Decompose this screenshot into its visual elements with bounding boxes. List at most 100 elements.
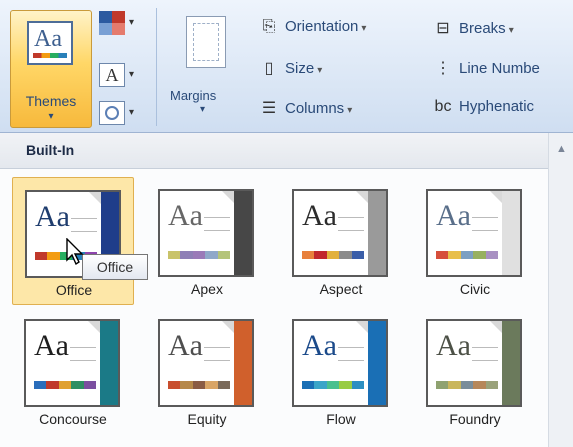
page-fold-icon — [490, 321, 502, 333]
color-swatch — [34, 381, 47, 389]
theme-accent-stripe — [368, 321, 386, 405]
theme-tile[interactable]: Aa Flow — [280, 307, 402, 435]
theme-font-sample: Aa — [34, 329, 69, 362]
theme-thumbnail: Aa — [24, 319, 120, 407]
theme-name: Concourse — [39, 411, 107, 427]
themes-icon-colorbar — [33, 53, 67, 58]
page-fold-icon — [222, 191, 234, 203]
theme-tile[interactable]: Aa Aspect — [280, 177, 402, 305]
theme-color-bar — [302, 381, 365, 389]
theme-effects-button[interactable]: ▾ — [98, 100, 144, 126]
theme-accent-stripe — [234, 321, 252, 405]
theme-color-bar — [168, 381, 231, 389]
built-in-header: Built-In — [0, 133, 548, 169]
color-swatch — [485, 251, 499, 259]
color-swatch — [302, 251, 315, 259]
theme-font-sample: Aa — [35, 200, 70, 233]
theme-fonts-button[interactable]: A ▾ — [98, 62, 144, 88]
theme-thumbnail: Aa — [158, 319, 254, 407]
theme-font-sample: Aa — [168, 199, 203, 232]
theme-color-bar — [34, 381, 97, 389]
chevron-down-icon: ▾ — [129, 69, 135, 80]
color-swatch — [192, 251, 206, 259]
color-swatch — [217, 381, 231, 389]
color-swatch — [47, 252, 60, 260]
chevron-down-icon: ▾ — [129, 17, 135, 28]
color-swatch — [192, 381, 206, 389]
color-swatch — [314, 381, 327, 389]
chevron-down-icon: ▾ — [361, 23, 367, 34]
breaks-button[interactable]: ⊟ Breaks ▾ — [432, 18, 514, 38]
themes-gallery: Built-In ▲ Aa Office Aa Apex Aa Aspect Aa Civic… — [0, 133, 573, 447]
theme-text-lines — [338, 347, 364, 361]
color-swatch — [71, 381, 84, 389]
color-swatch — [35, 252, 48, 260]
orientation-label: Orientation — [285, 18, 359, 35]
color-swatch — [217, 251, 231, 259]
hyphenation-label: Hyphenatic — [459, 98, 535, 115]
page-fold-icon — [356, 191, 368, 203]
theme-font-sample: Aa — [436, 329, 471, 362]
theme-tile[interactable]: Aa Equity — [146, 307, 268, 435]
theme-name: Aspect — [319, 281, 363, 297]
theme-colors-button[interactable]: ▾ — [98, 10, 144, 36]
theme-name: Office — [55, 282, 93, 298]
columns-label: Columns — [285, 100, 345, 117]
color-swatch — [351, 381, 365, 389]
theme-name: Equity — [187, 411, 227, 427]
color-swatch — [58, 381, 72, 389]
theme-accent-stripe — [234, 191, 252, 275]
columns-button[interactable]: ☰ Columns ▾ — [258, 98, 352, 118]
theme-tile[interactable]: Aa Civic — [414, 177, 536, 305]
color-swatch — [448, 381, 461, 389]
theme-fonts-icon: A — [99, 63, 125, 87]
theme-text-lines — [472, 347, 498, 361]
color-swatch — [473, 251, 486, 259]
breaks-label: Breaks — [459, 20, 506, 37]
color-swatch — [326, 381, 340, 389]
size-label: Size — [285, 60, 315, 77]
themes-label: Themes — [25, 93, 77, 109]
chevron-down-icon: ▾ — [48, 111, 54, 122]
chevron-down-icon: ▾ — [317, 65, 323, 76]
theme-tile[interactable]: Aa Apex — [146, 177, 268, 305]
scroll-up-icon[interactable]: ▲ — [556, 143, 567, 155]
theme-thumbnail: Aa — [292, 319, 388, 407]
chevron-down-icon: ▾ — [200, 104, 206, 115]
color-swatch — [436, 381, 449, 389]
chevron-down-icon: ▾ — [129, 107, 135, 118]
margins-label: Margins — [170, 88, 217, 103]
gallery-scrollbar[interactable]: ▲ — [548, 133, 573, 447]
ribbon-separator — [156, 8, 157, 126]
themes-icon: Aa — [27, 21, 73, 65]
breaks-icon: ⊟ — [436, 20, 450, 37]
theme-color-bar — [302, 251, 365, 259]
theme-text-lines — [71, 218, 97, 232]
themes-button[interactable]: Aa Themes ▾ — [10, 10, 92, 128]
color-swatch — [460, 381, 474, 389]
theme-name: Civic — [459, 281, 491, 297]
size-button[interactable]: ▯ Size ▾ — [258, 58, 323, 78]
color-swatch — [205, 381, 218, 389]
color-swatch — [180, 381, 193, 389]
color-swatch — [46, 381, 59, 389]
hyphenation-button[interactable]: bc Hyphenatic — [432, 98, 535, 116]
page-fold-icon — [89, 192, 101, 204]
theme-text-lines — [204, 347, 230, 361]
section-header-label: Built-In — [26, 142, 75, 158]
color-swatch — [448, 251, 461, 259]
color-swatch — [473, 381, 486, 389]
line-numbers-label: Line Numbe — [459, 60, 540, 77]
hyphenation-icon: bc — [434, 98, 452, 115]
color-swatch — [83, 381, 97, 389]
color-swatch — [168, 251, 181, 259]
theme-tile[interactable]: Aa Foundry — [414, 307, 536, 435]
theme-name: Flow — [326, 411, 356, 427]
theme-thumbnail: Aa — [426, 189, 522, 277]
theme-tile[interactable]: Aa Concourse — [12, 307, 134, 435]
chevron-down-icon: ▾ — [508, 25, 514, 36]
page-fold-icon — [490, 191, 502, 203]
orientation-button[interactable]: ⎘ Orientation ▾ — [258, 18, 367, 36]
color-swatch — [339, 381, 352, 389]
line-numbers-button[interactable]: ⋮ Line Numbe — [432, 58, 540, 78]
